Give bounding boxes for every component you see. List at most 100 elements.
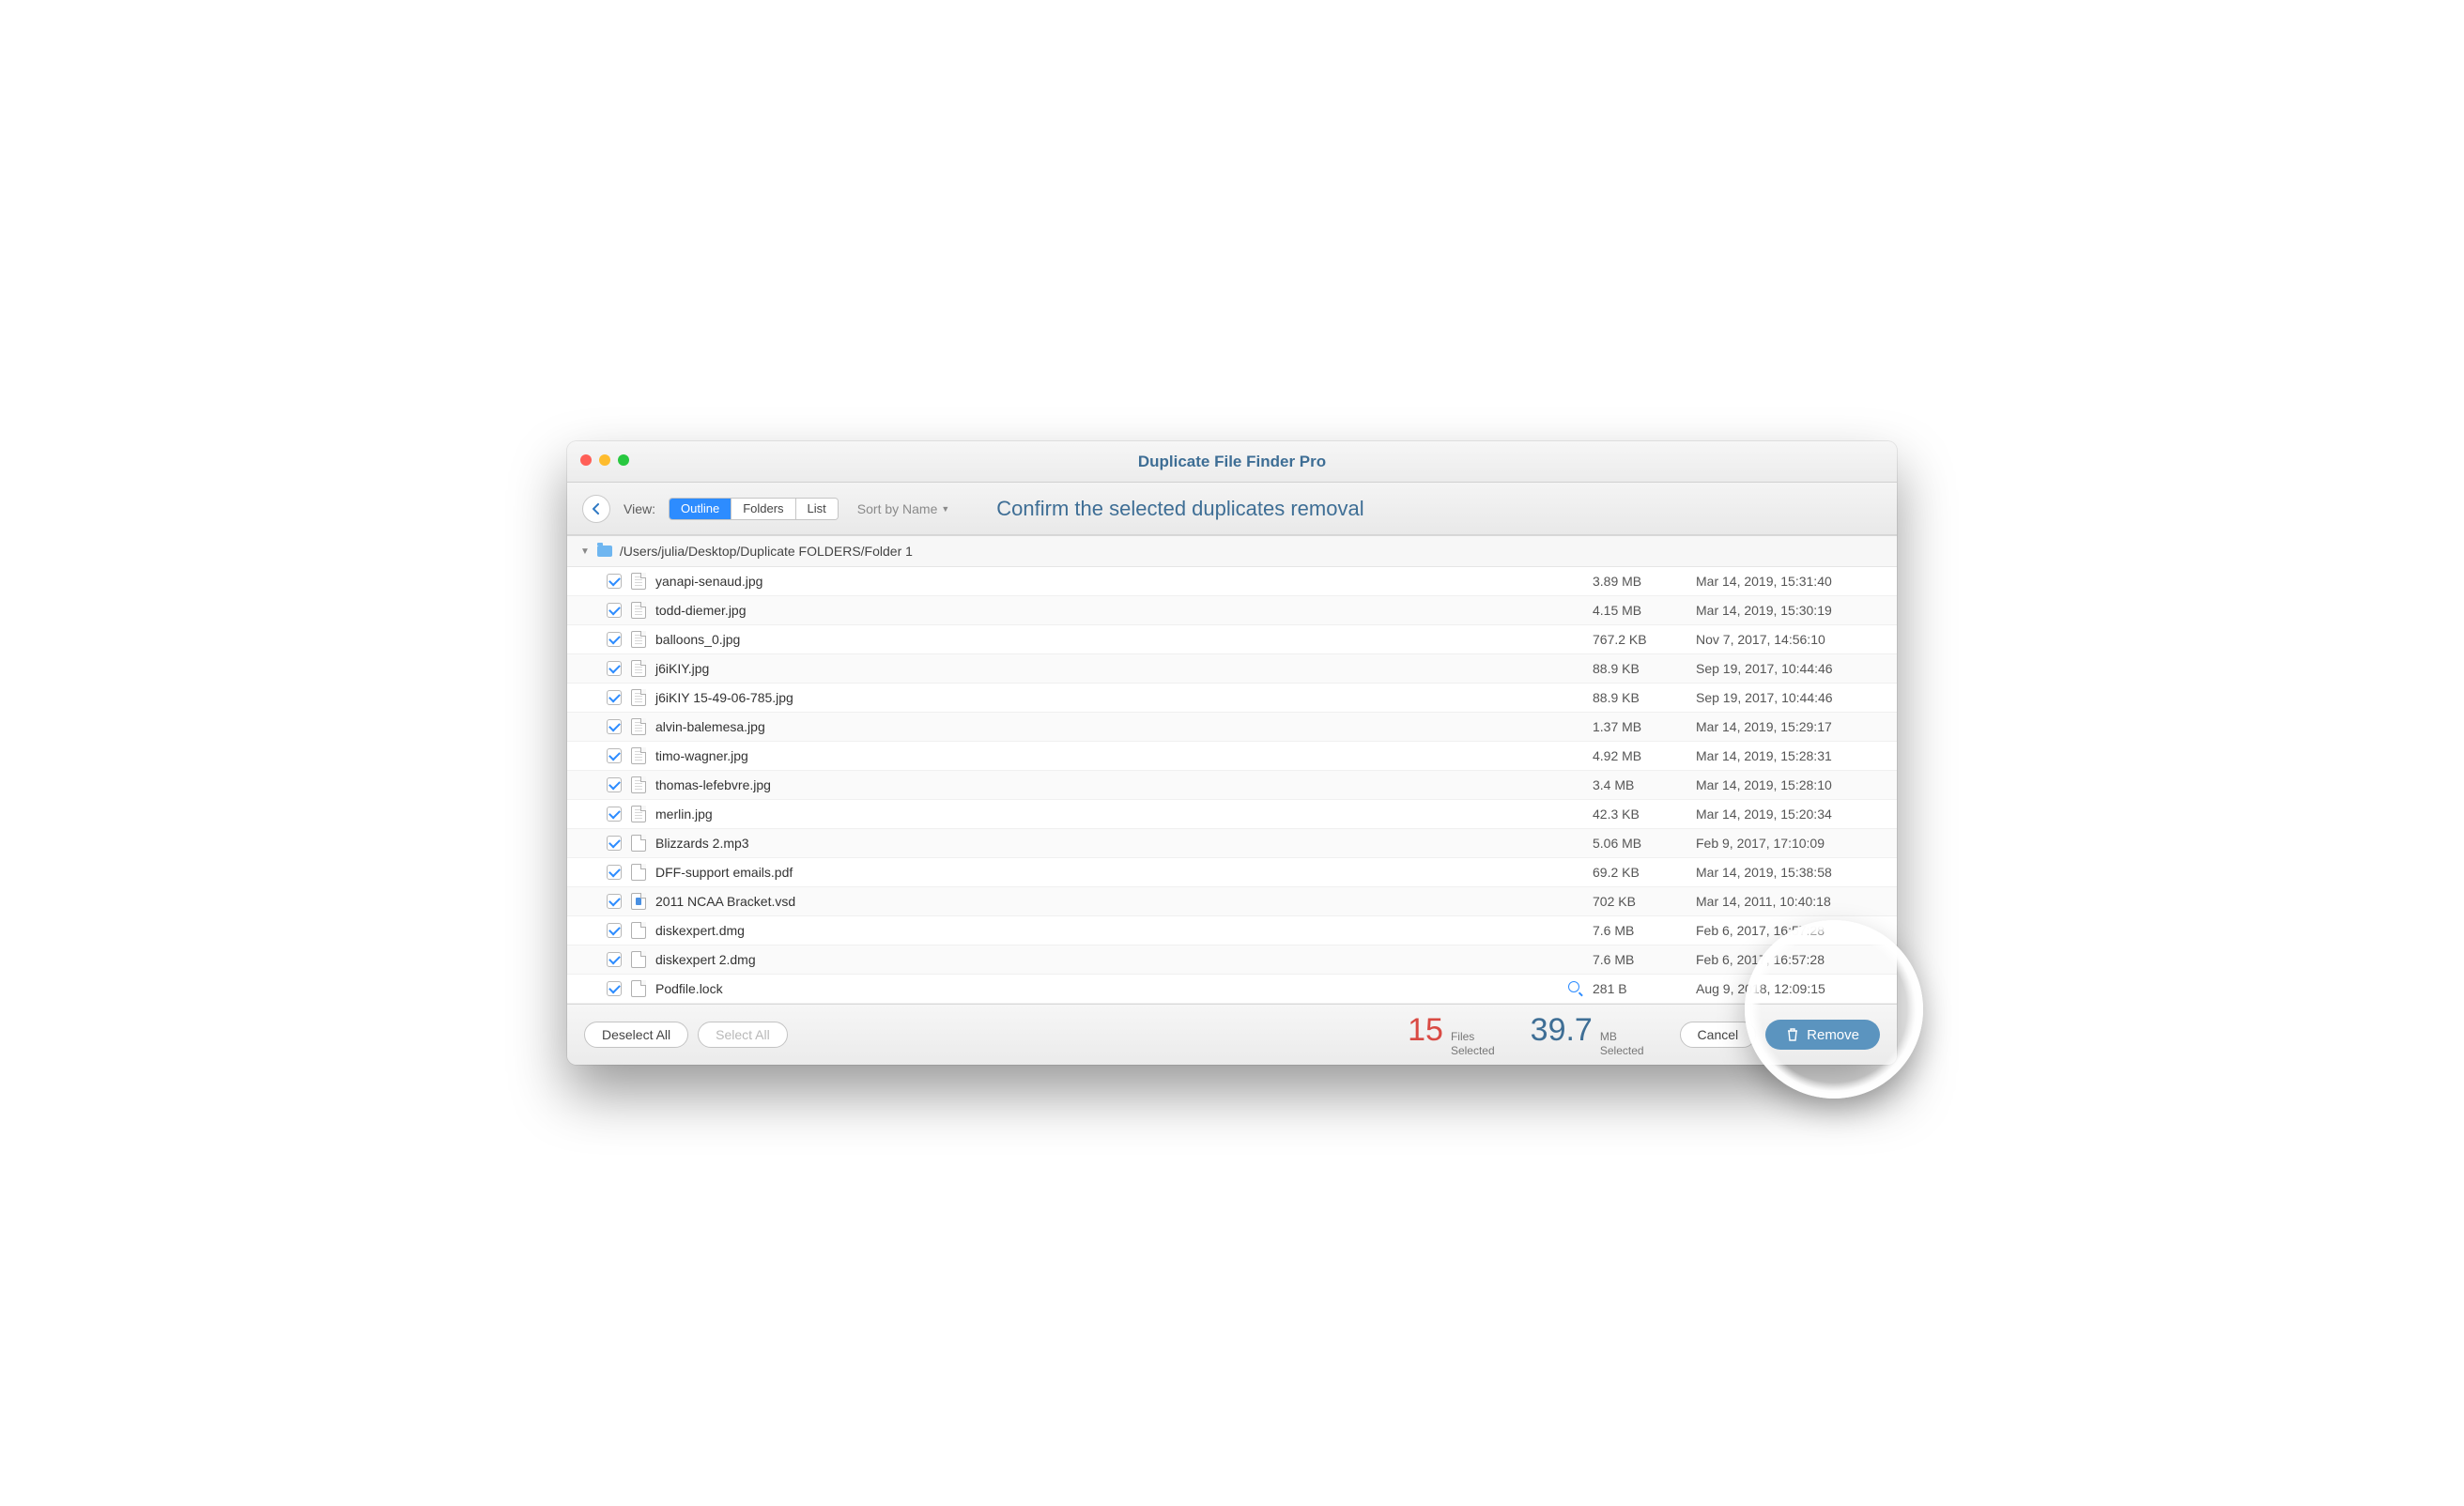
file-row[interactable]: 2011 NCAA Bracket.vsd 702 KB Mar 14, 2011,… <box>567 887 1897 916</box>
file-type-icon <box>631 573 646 590</box>
file-row[interactable]: diskexpert.dmg7.6 MBFeb 6, 2017, 16:57:2… <box>567 916 1897 945</box>
file-type-icon <box>631 951 646 968</box>
file-size: 1.37 MB <box>1593 719 1686 734</box>
close-window-button[interactable] <box>580 454 592 466</box>
file-size: 88.9 KB <box>1593 690 1686 705</box>
view-folders-tab[interactable]: Folders <box>732 499 795 519</box>
file-date: Mar 14, 2011, 10:40:18 <box>1696 894 1884 909</box>
file-type-icon <box>631 806 646 822</box>
file-row[interactable]: Podfile.lock281 BAug 9, 2018, 12:09:15 <box>567 975 1897 1004</box>
app-window: Duplicate File Finder Pro View: Outline … <box>567 441 1897 1065</box>
file-row[interactable]: merlin.jpg42.3 KBMar 14, 2019, 15:20:34 <box>567 800 1897 829</box>
file-type-icon <box>631 776 646 793</box>
file-date: Mar 14, 2019, 15:28:31 <box>1696 748 1884 763</box>
file-checkbox[interactable] <box>607 632 622 647</box>
file-name: todd-diemer.jpg <box>655 603 1583 618</box>
file-checkbox[interactable] <box>607 836 622 851</box>
page-heading: Confirm the selected duplicates removal <box>996 497 1363 521</box>
file-checkbox[interactable] <box>607 690 622 705</box>
files-count-number: 15 <box>1408 1012 1443 1049</box>
file-checkbox[interactable] <box>607 807 622 822</box>
file-name: merlin.jpg <box>655 807 1583 822</box>
file-date: Nov 7, 2017, 14:56:10 <box>1696 632 1884 647</box>
view-label: View: <box>624 501 655 516</box>
remove-label: Remove <box>1807 1027 1859 1043</box>
file-name: j6iKIY.jpg <box>655 661 1583 676</box>
view-list-tab[interactable]: List <box>796 499 838 519</box>
file-type-icon <box>631 689 646 706</box>
file-type-icon <box>631 718 646 735</box>
file-checkbox[interactable] <box>607 603 622 618</box>
file-row[interactable]: thomas-lefebvre.jpg3.4 MBMar 14, 2019, 1… <box>567 771 1897 800</box>
size-selected-count: 39.7 MB Selected <box>1531 1012 1644 1058</box>
file-name: Blizzards 2.mp3 <box>655 836 1583 851</box>
file-checkbox[interactable] <box>607 894 622 909</box>
file-checkbox[interactable] <box>607 923 622 938</box>
file-type-icon <box>631 835 646 852</box>
file-size: 3.4 MB <box>1593 777 1686 792</box>
file-name: timo-wagner.jpg <box>655 748 1583 763</box>
file-checkbox[interactable] <box>607 865 622 880</box>
remove-button[interactable]: Remove <box>1765 1020 1880 1050</box>
file-checkbox[interactable] <box>607 661 622 676</box>
folder-icon <box>597 546 612 557</box>
minimize-window-button[interactable] <box>599 454 610 466</box>
view-outline-tab[interactable]: Outline <box>670 499 732 519</box>
file-row[interactable]: alvin-balemesa.jpg1.37 MBMar 14, 2019, 1… <box>567 713 1897 742</box>
cancel-button[interactable]: Cancel <box>1680 1022 1757 1048</box>
file-name: diskexpert 2.dmg <box>655 952 1583 967</box>
file-size: 4.92 MB <box>1593 748 1686 763</box>
file-checkbox[interactable] <box>607 719 622 734</box>
file-date: Mar 14, 2019, 15:29:17 <box>1696 719 1884 734</box>
file-date: Sep 19, 2017, 10:44:46 <box>1696 690 1884 705</box>
file-row[interactable]: yanapi-senaud.jpg3.89 MBMar 14, 2019, 15… <box>567 567 1897 596</box>
file-row[interactable]: j6iKIY 15-49-06-785.jpg88.9 KBSep 19, 20… <box>567 684 1897 713</box>
file-size: 4.15 MB <box>1593 603 1686 618</box>
file-type-icon <box>631 602 646 619</box>
file-size: 281 B <box>1593 981 1686 996</box>
chevron-left-icon <box>592 502 601 515</box>
maximize-window-button[interactable] <box>618 454 629 466</box>
file-name: yanapi-senaud.jpg <box>655 574 1583 589</box>
file-list[interactable]: ▼ /Users/julia/Desktop/Duplicate FOLDERS… <box>567 535 1897 1005</box>
file-type-icon <box>631 747 646 764</box>
back-button[interactable] <box>582 495 610 523</box>
file-date: Feb 9, 2017, 17:10:09 <box>1696 836 1884 851</box>
file-date: Mar 14, 2019, 15:30:19 <box>1696 603 1884 618</box>
file-row[interactable]: todd-diemer.jpg 4.15 MB Mar 14, 2019, 15:3… <box>567 596 1897 625</box>
sort-dropdown[interactable]: Sort by Name ▼ <box>852 501 956 516</box>
file-size: 767.2 KB <box>1593 632 1686 647</box>
file-checkbox[interactable] <box>607 952 622 967</box>
deselect-all-button[interactable]: Deselect All <box>584 1022 688 1048</box>
file-date: Mar 14, 2019, 15:38:58 <box>1696 865 1884 880</box>
file-row[interactable]: timo-wagner.jpg 4.92 MB Mar 14, 2019, 15:2… <box>567 742 1897 771</box>
file-checkbox[interactable] <box>607 777 622 792</box>
file-checkbox[interactable] <box>607 574 622 589</box>
traffic-lights <box>580 454 629 466</box>
sort-label: Sort by Name <box>857 501 938 516</box>
file-row[interactable]: balloons_0.jpg767.2 KBNov 7, 2017, 14:56… <box>567 625 1897 654</box>
select-all-button[interactable]: Select All <box>698 1022 788 1048</box>
file-name: DFF-support emails.pdf <box>655 865 1583 880</box>
file-row[interactable]: DFF-support emails.pdf69.2 KBMar 14, 201… <box>567 858 1897 887</box>
folder-row[interactable]: ▼ /Users/julia/Desktop/Duplicate FOLDERS… <box>567 536 1897 567</box>
file-size: 702 KB <box>1593 894 1686 909</box>
file-type-icon <box>631 922 646 939</box>
file-date: Mar 14, 2019, 15:20:34 <box>1696 807 1884 822</box>
file-row[interactable]: diskexpert 2.dmg7.6 MBFeb 6, 2017, 16:57… <box>567 945 1897 975</box>
file-date: Aug 9, 2018, 12:09:15 <box>1696 981 1884 996</box>
preview-icon[interactable] <box>1568 981 1583 996</box>
file-size: 7.6 MB <box>1593 952 1686 967</box>
file-name: 2011 NCAA Bracket.vsd <box>655 894 1583 909</box>
disclosure-triangle-icon[interactable]: ▼ <box>580 546 590 557</box>
folder-path: /Users/julia/Desktop/Duplicate FOLDERS/F… <box>620 544 913 559</box>
file-row[interactable]: j6iKIY.jpg88.9 KBSep 19, 2017, 10:44:46 <box>567 654 1897 684</box>
file-type-icon <box>631 980 646 997</box>
file-row[interactable]: Blizzards 2.mp35.06 MBFeb 9, 2017, 17:10… <box>567 829 1897 858</box>
file-type-icon <box>631 864 646 881</box>
file-size: 88.9 KB <box>1593 661 1686 676</box>
toolbar: View: Outline Folders List Sort by Name … <box>567 483 1897 535</box>
file-date: Mar 14, 2019, 15:31:40 <box>1696 574 1884 589</box>
file-checkbox[interactable] <box>607 748 622 763</box>
file-checkbox[interactable] <box>607 981 622 996</box>
